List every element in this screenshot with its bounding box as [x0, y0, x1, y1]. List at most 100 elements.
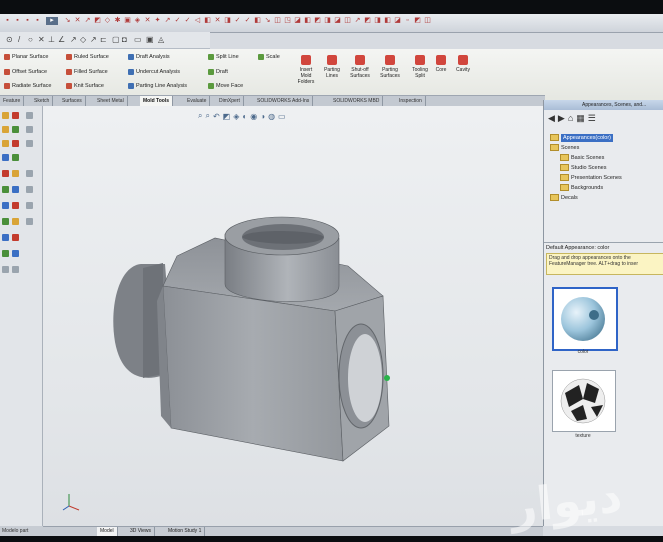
- tab-mold-tools[interactable]: Mold Tools: [140, 96, 174, 106]
- tool-icon[interactable]: ↘: [64, 17, 71, 25]
- tab-model[interactable]: Model: [97, 527, 118, 536]
- tool-icon[interactable]: ◩: [414, 17, 421, 25]
- tool-icon[interactable]: ◧: [204, 17, 211, 25]
- save-icon[interactable]: ▪: [24, 17, 31, 25]
- tab-inspection[interactable]: Inspection: [396, 96, 426, 106]
- toolbar-icon[interactable]: [2, 112, 9, 119]
- toolbar-icon[interactable]: [26, 202, 33, 209]
- graphics-area[interactable]: ⌕ ⌕ ↶ ◩ ◈ ◐ ◉ ◑ ◍ ▭: [43, 106, 543, 526]
- grid-icon[interactable]: ▦: [576, 113, 585, 124]
- tool-icon[interactable]: ◫: [344, 17, 351, 25]
- selection-handle[interactable]: [384, 375, 390, 381]
- forward-icon[interactable]: ▶: [558, 113, 565, 124]
- tool-icon[interactable]: ◧: [304, 17, 311, 25]
- tree-item-presentation-scenes[interactable]: Presentation Scenes: [550, 173, 662, 183]
- tool-icon[interactable]: ◫: [274, 17, 281, 25]
- move-face-button[interactable]: Move Face: [208, 83, 243, 89]
- frame-icon[interactable]: ▭: [134, 35, 142, 44]
- select-icon[interactable]: ▸: [46, 17, 58, 25]
- tool-icon[interactable]: ◳: [284, 17, 291, 25]
- toolbar-icon[interactable]: [2, 218, 9, 225]
- toolbar-icon[interactable]: [12, 202, 19, 209]
- insert-mold-folders-button[interactable]: Insert Mold Folders: [294, 55, 318, 85]
- toolbar-icon[interactable]: [12, 186, 19, 193]
- toolbar-icon[interactable]: [26, 218, 33, 225]
- tree-item-basic-scenes[interactable]: Basic Scenes: [550, 153, 662, 163]
- tab-surfaces[interactable]: Surfaces: [59, 96, 86, 106]
- tab-3d-views[interactable]: 3D Views: [127, 527, 156, 536]
- toolbar-icon[interactable]: [2, 234, 9, 241]
- tool-icon[interactable]: ▣: [124, 17, 131, 25]
- draft-button[interactable]: Draft: [208, 69, 228, 75]
- tooling-split-button[interactable]: Tooling Split: [408, 55, 432, 79]
- tool-icon[interactable]: ✓: [234, 17, 241, 25]
- arrow-icon[interactable]: ⊥: [48, 35, 55, 44]
- shutoff-surfaces-button[interactable]: Shut-off Surfaces: [348, 55, 372, 79]
- toolbar-icon[interactable]: [2, 170, 9, 177]
- tool-icon[interactable]: ✦: [154, 17, 161, 25]
- toolbar-icon[interactable]: [2, 186, 9, 193]
- parting-line-analysis-button[interactable]: Parting Line Analysis: [128, 83, 187, 89]
- ruled-surface-button[interactable]: Ruled Surface: [66, 54, 109, 60]
- toolbar-icon[interactable]: [26, 186, 33, 193]
- tab-evaluate[interactable]: Evaluate: [184, 96, 211, 106]
- arrow-icon[interactable]: ◇: [80, 35, 86, 44]
- tab-feature[interactable]: Feature: [0, 96, 25, 106]
- planar-surface-button[interactable]: Planar Surface: [4, 54, 48, 60]
- toolbar-icon[interactable]: [2, 154, 9, 161]
- tool-icon[interactable]: ▫: [404, 17, 411, 25]
- cavity-button[interactable]: Cavity: [452, 55, 474, 73]
- tool-icon[interactable]: ◫: [424, 17, 431, 25]
- angle-icon[interactable]: ◬: [158, 35, 164, 44]
- tool-icon[interactable]: ◨: [324, 17, 331, 25]
- circle-icon[interactable]: ⊙: [6, 35, 13, 44]
- tool-icon[interactable]: ◩: [364, 17, 371, 25]
- toolbar-icon[interactable]: [12, 170, 19, 177]
- home-icon[interactable]: ⌂: [568, 113, 573, 124]
- scale-button[interactable]: Scale: [258, 54, 280, 60]
- tree-item-backgrounds[interactable]: Backgrounds: [550, 183, 662, 193]
- tab-motion-study[interactable]: Motion Study 1: [165, 527, 206, 536]
- parting-lines-button[interactable]: Parting Lines: [320, 55, 344, 79]
- tool-icon[interactable]: ◈: [134, 17, 141, 25]
- model-part[interactable]: [43, 106, 543, 526]
- radiate-surface-button[interactable]: Radiate Surface: [4, 83, 51, 89]
- tab-dimxpert[interactable]: DimXpert: [216, 96, 244, 106]
- tool-icon[interactable]: ✓: [174, 17, 181, 25]
- frame-icon[interactable]: ◘: [122, 35, 127, 44]
- line-icon[interactable]: /: [18, 35, 20, 44]
- tool-icon[interactable]: ◁: [194, 17, 201, 25]
- toolbar-icon[interactable]: [12, 218, 19, 225]
- tool-icon[interactable]: ✕: [214, 17, 221, 25]
- frame-icon[interactable]: ▣: [146, 35, 154, 44]
- toolbar-icon[interactable]: [12, 234, 19, 241]
- tool-icon[interactable]: ◪: [294, 17, 301, 25]
- toolbar-icon[interactable]: [12, 266, 19, 273]
- tool-icon[interactable]: ↗: [164, 17, 171, 25]
- knit-surface-button[interactable]: Knit Surface: [66, 83, 104, 89]
- toolbar-icon[interactable]: [26, 140, 33, 147]
- tool-icon[interactable]: ◨: [374, 17, 381, 25]
- tool-icon[interactable]: ↗: [354, 17, 361, 25]
- angle-icon[interactable]: ∠: [58, 35, 65, 44]
- toolbar-icon[interactable]: [2, 126, 9, 133]
- tool-icon[interactable]: ◧: [254, 17, 261, 25]
- back-icon[interactable]: ◀: [548, 113, 555, 124]
- toolbar-icon[interactable]: [12, 112, 19, 119]
- split-line-button[interactable]: Split Line: [208, 54, 239, 60]
- tool-icon[interactable]: ✓: [184, 17, 191, 25]
- open-icon[interactable]: ▪: [14, 17, 21, 25]
- arrow-icon[interactable]: ↗: [90, 35, 97, 44]
- tree-item-scenes[interactable]: Scenes: [550, 143, 662, 153]
- toolbar-icon[interactable]: [12, 250, 19, 257]
- appearance-thumb-color[interactable]: [552, 287, 618, 351]
- arrow-icon[interactable]: ⊏: [100, 35, 107, 44]
- list-icon[interactable]: ☰: [588, 113, 596, 124]
- filled-surface-button[interactable]: Filled Surface: [66, 69, 108, 75]
- tool-icon[interactable]: ◇: [104, 17, 111, 25]
- circle-icon[interactable]: ○: [28, 35, 33, 44]
- frame-icon[interactable]: ▢: [112, 35, 120, 44]
- tool-icon[interactable]: ↗: [84, 17, 91, 25]
- toolbar-icon[interactable]: [12, 154, 19, 161]
- print-icon[interactable]: ▪: [34, 17, 41, 25]
